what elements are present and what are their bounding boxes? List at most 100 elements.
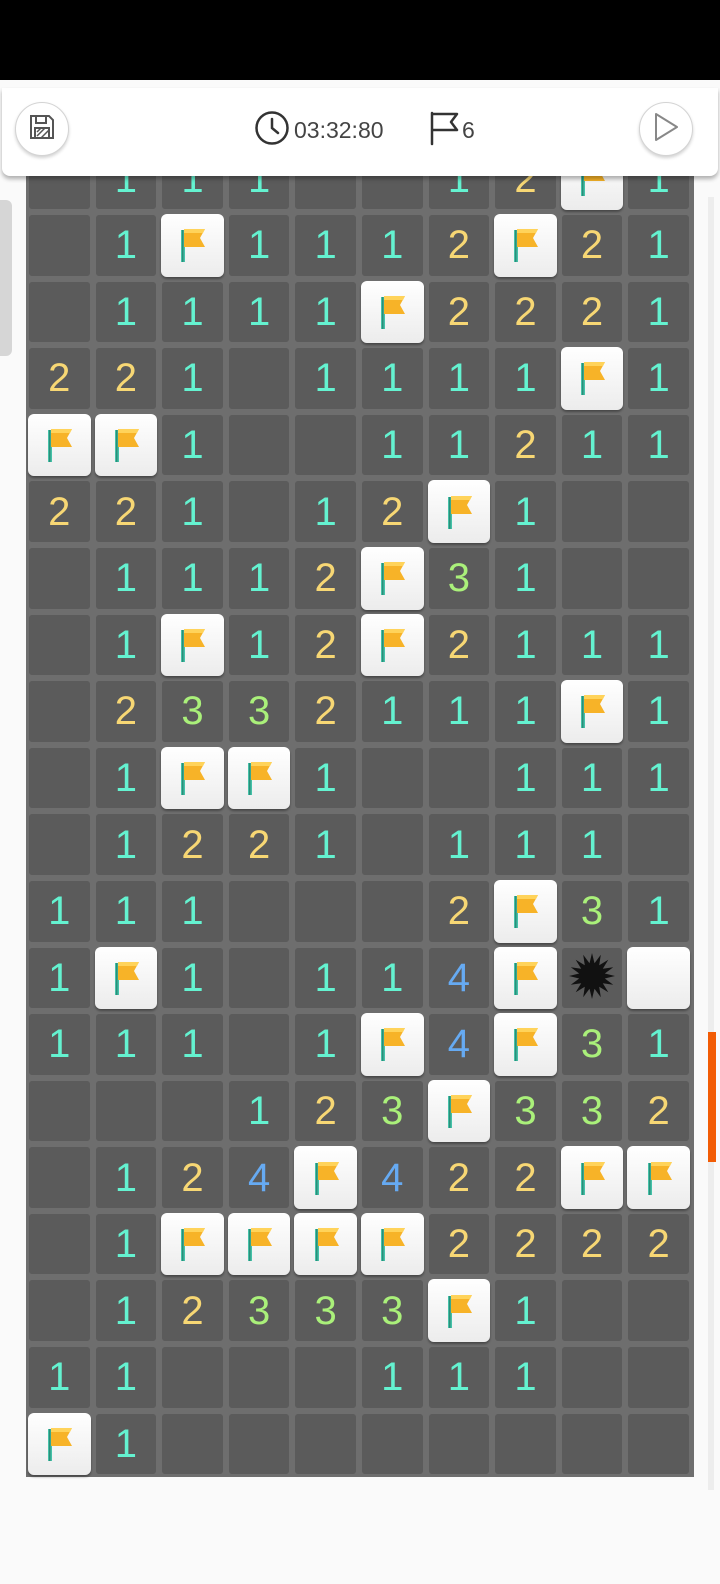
number-cell[interactable]: 2 xyxy=(426,612,493,679)
empty-cell[interactable] xyxy=(26,745,93,812)
side-drawer-handle[interactable] xyxy=(0,200,12,356)
number-cell[interactable]: 1 xyxy=(292,745,359,812)
flagged-cell[interactable] xyxy=(492,1011,559,1078)
flagged-cell[interactable] xyxy=(292,1211,359,1278)
number-cell[interactable]: 2 xyxy=(93,478,160,545)
number-cell[interactable]: 2 xyxy=(559,279,626,346)
empty-cell[interactable] xyxy=(359,745,426,812)
number-cell[interactable]: 1 xyxy=(625,878,692,945)
number-cell[interactable]: 1 xyxy=(492,345,559,412)
mine-cell[interactable] xyxy=(559,945,626,1012)
empty-cell[interactable] xyxy=(625,1411,692,1478)
flagged-cell[interactable] xyxy=(492,212,559,279)
empty-cell[interactable] xyxy=(226,1411,293,1478)
number-cell[interactable]: 1 xyxy=(226,545,293,612)
number-cell[interactable]: 1 xyxy=(492,545,559,612)
number-cell[interactable]: 1 xyxy=(93,811,160,878)
number-cell[interactable]: 1 xyxy=(93,1211,160,1278)
number-cell[interactable]: 3 xyxy=(292,1277,359,1344)
flagged-cell[interactable] xyxy=(226,745,293,812)
number-cell[interactable]: 1 xyxy=(625,678,692,745)
number-cell[interactable]: 1 xyxy=(159,545,226,612)
number-cell[interactable]: 1 xyxy=(226,279,293,346)
number-cell[interactable]: 1 xyxy=(93,545,160,612)
number-cell[interactable]: 2 xyxy=(93,678,160,745)
flagged-cell[interactable] xyxy=(226,1211,293,1278)
number-cell[interactable]: 3 xyxy=(426,545,493,612)
empty-cell[interactable] xyxy=(26,1078,93,1145)
flagged-cell[interactable] xyxy=(359,612,426,679)
empty-cell[interactable] xyxy=(26,279,93,346)
number-cell[interactable]: 2 xyxy=(159,1144,226,1211)
flagged-cell[interactable] xyxy=(93,412,160,479)
number-cell[interactable]: 1 xyxy=(26,1011,93,1078)
minefield-board[interactable]: 1111211111221111122212211111111121122112… xyxy=(26,145,694,1478)
number-cell[interactable]: 2 xyxy=(292,678,359,745)
number-cell[interactable]: 1 xyxy=(492,678,559,745)
empty-cell[interactable] xyxy=(26,678,93,745)
number-cell[interactable]: 1 xyxy=(26,878,93,945)
number-cell[interactable]: 3 xyxy=(559,1078,626,1145)
flagged-cell[interactable] xyxy=(93,945,160,1012)
empty-cell[interactable] xyxy=(26,1277,93,1344)
flagged-cell[interactable] xyxy=(292,1144,359,1211)
number-cell[interactable]: 1 xyxy=(625,212,692,279)
number-cell[interactable]: 2 xyxy=(159,811,226,878)
flagged-cell[interactable] xyxy=(359,1011,426,1078)
empty-cell[interactable] xyxy=(159,1078,226,1145)
flagged-cell[interactable] xyxy=(559,1144,626,1211)
number-cell[interactable]: 1 xyxy=(492,811,559,878)
save-button[interactable] xyxy=(15,102,69,156)
number-cell[interactable]: 1 xyxy=(159,279,226,346)
empty-cell[interactable] xyxy=(625,1344,692,1411)
empty-cell[interactable] xyxy=(26,811,93,878)
number-cell[interactable]: 1 xyxy=(292,212,359,279)
empty-cell[interactable] xyxy=(359,1411,426,1478)
empty-cell[interactable] xyxy=(159,1411,226,1478)
flagged-cell[interactable] xyxy=(426,1277,493,1344)
number-cell[interactable]: 1 xyxy=(492,612,559,679)
number-cell[interactable]: 2 xyxy=(292,545,359,612)
number-cell[interactable]: 1 xyxy=(492,745,559,812)
number-cell[interactable]: 1 xyxy=(292,1011,359,1078)
empty-cell[interactable] xyxy=(559,1344,626,1411)
empty-cell[interactable] xyxy=(93,1078,160,1145)
flagged-cell[interactable] xyxy=(359,545,426,612)
number-cell[interactable]: 1 xyxy=(625,612,692,679)
number-cell[interactable]: 2 xyxy=(492,412,559,479)
number-cell[interactable]: 3 xyxy=(492,1078,559,1145)
number-cell[interactable]: 1 xyxy=(292,945,359,1012)
number-cell[interactable]: 1 xyxy=(625,279,692,346)
flagged-cell[interactable] xyxy=(26,1411,93,1478)
empty-cell[interactable] xyxy=(26,1144,93,1211)
number-cell[interactable]: 1 xyxy=(226,1078,293,1145)
number-cell[interactable]: 1 xyxy=(426,345,493,412)
flagged-cell[interactable] xyxy=(159,612,226,679)
empty-cell[interactable] xyxy=(226,412,293,479)
number-cell[interactable]: 3 xyxy=(559,1011,626,1078)
empty-cell[interactable] xyxy=(292,412,359,479)
empty-cell[interactable] xyxy=(359,878,426,945)
number-cell[interactable]: 1 xyxy=(625,412,692,479)
flagged-cell[interactable] xyxy=(426,1078,493,1145)
number-cell[interactable]: 1 xyxy=(292,279,359,346)
empty-cell[interactable] xyxy=(559,478,626,545)
empty-cell[interactable] xyxy=(26,612,93,679)
number-cell[interactable]: 1 xyxy=(492,478,559,545)
number-cell[interactable]: 1 xyxy=(93,212,160,279)
empty-cell[interactable] xyxy=(492,1411,559,1478)
empty-cell[interactable] xyxy=(292,1411,359,1478)
empty-cell[interactable] xyxy=(226,1011,293,1078)
empty-cell[interactable] xyxy=(226,945,293,1012)
number-cell[interactable]: 2 xyxy=(359,478,426,545)
number-cell[interactable]: 1 xyxy=(93,1411,160,1478)
number-cell[interactable]: 2 xyxy=(426,1144,493,1211)
empty-cell[interactable] xyxy=(226,478,293,545)
empty-cell[interactable] xyxy=(26,545,93,612)
number-cell[interactable]: 1 xyxy=(625,1011,692,1078)
number-cell[interactable]: 1 xyxy=(559,745,626,812)
number-cell[interactable]: 1 xyxy=(159,345,226,412)
empty-cell[interactable] xyxy=(625,478,692,545)
empty-cell[interactable] xyxy=(559,545,626,612)
number-cell[interactable]: 1 xyxy=(426,678,493,745)
